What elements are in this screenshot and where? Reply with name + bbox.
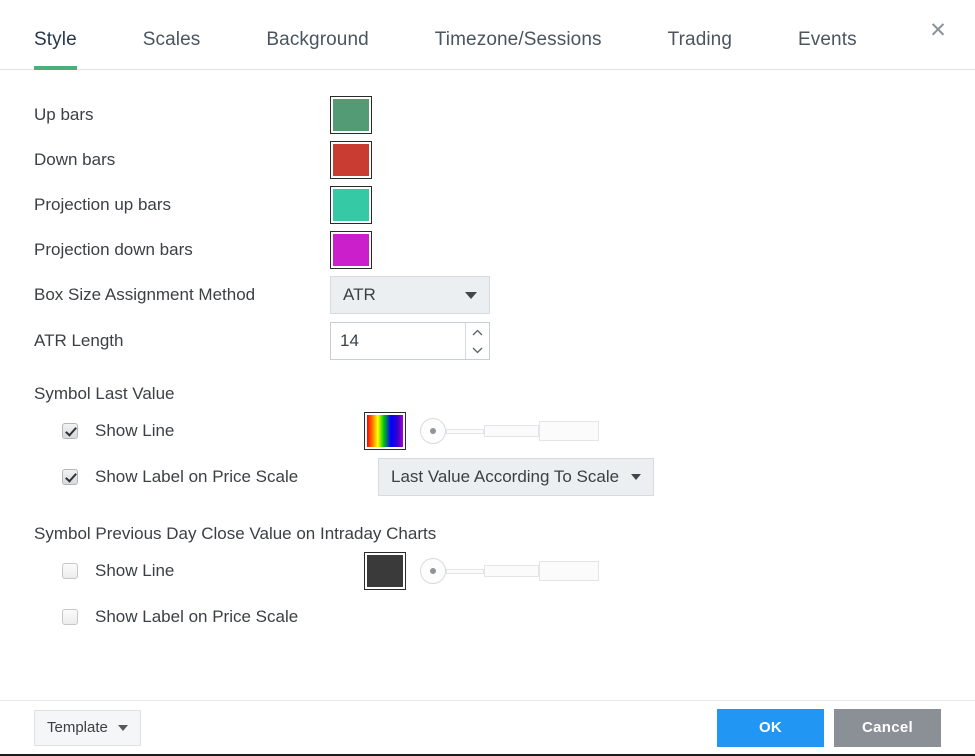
- spinner-up-icon[interactable]: [466, 323, 489, 341]
- dialog-footer: Template OK Cancel: [0, 700, 975, 756]
- tab-events-label: Events: [798, 29, 857, 50]
- tab-list: Style Scales Background Timezone/Session…: [0, 0, 975, 70]
- atr-length-input[interactable]: [331, 323, 465, 359]
- prev-close-show-label-checkbox[interactable]: [62, 609, 78, 625]
- row-prev-close-show-label: Show Label on Price Scale: [34, 594, 941, 640]
- projection-up-bars-color-fill: [333, 188, 369, 221]
- line-width-segment-1[interactable]: [446, 568, 484, 574]
- up-bars-label: Up bars: [34, 104, 94, 124]
- tab-timezone-sessions-label: Timezone/Sessions: [434, 29, 602, 50]
- row-up-bars: Up bars: [34, 92, 941, 137]
- projection-up-bars-swatch-cell: [330, 185, 372, 224]
- row-atr-length: ATR Length: [34, 318, 941, 364]
- last-value-show-label-checkbox[interactable]: [62, 469, 78, 485]
- last-value-show-line-checkbox[interactable]: [62, 423, 78, 439]
- template-button[interactable]: Template: [34, 709, 141, 746]
- last-value-show-line-label: Show Line: [95, 421, 175, 440]
- projection-down-bars-color-swatch[interactable]: [330, 230, 372, 269]
- chevron-down-icon: [631, 474, 642, 480]
- last-value-line-color-cell: [364, 412, 406, 450]
- last-value-mode-control: Last Value According To Scale: [378, 458, 655, 496]
- atr-length-control: [330, 322, 490, 360]
- up-bars-swatch-cell: [330, 95, 372, 134]
- row-prev-close-show-line: Show Line: [34, 548, 941, 594]
- last-value-mode-value: Last Value According To Scale: [391, 467, 620, 486]
- tab-timezone-sessions[interactable]: Timezone/Sessions: [435, 29, 602, 69]
- line-width-knob-icon: [420, 418, 446, 444]
- row-last-value-show-label: Show Label on Price Scale Last Value Acc…: [34, 454, 941, 500]
- last-value-show-label-label: Show Label on Price Scale: [95, 467, 299, 486]
- tab-trading-label: Trading: [667, 29, 733, 50]
- line-width-segment-1[interactable]: [446, 428, 484, 434]
- down-bars-label: Down bars: [34, 149, 116, 169]
- row-projection-up-bars: Projection up bars: [34, 182, 941, 227]
- row-down-bars: Down bars: [34, 137, 941, 182]
- prev-close-line-color-swatch[interactable]: [364, 552, 406, 590]
- tab-style-label: Style: [34, 29, 77, 50]
- projection-down-bars-color-fill: [333, 233, 369, 266]
- box-size-method-label: Box Size Assignment Method: [34, 285, 256, 304]
- projection-up-bars-color-swatch[interactable]: [330, 185, 372, 224]
- down-bars-color-fill: [333, 143, 369, 176]
- box-size-method-control: ATR: [330, 276, 490, 314]
- prev-close-line-color-cell: [364, 552, 406, 590]
- template-button-label: Template: [47, 719, 108, 736]
- box-size-method-value: ATR: [343, 285, 376, 304]
- down-bars-color-swatch[interactable]: [330, 140, 372, 179]
- atr-length-spinner[interactable]: [330, 322, 490, 360]
- last-value-mode-dropdown[interactable]: Last Value According To Scale: [378, 458, 655, 496]
- atr-length-spin-buttons: [465, 323, 489, 359]
- prev-close-show-label-label: Show Label on Price Scale: [95, 607, 299, 626]
- line-width-segment-3[interactable]: [539, 561, 599, 581]
- row-projection-down-bars: Projection down bars: [34, 227, 941, 272]
- prev-close-color-fill: [367, 555, 403, 587]
- tab-style[interactable]: Style: [34, 29, 77, 70]
- projection-down-bars-label: Projection down bars: [34, 239, 193, 259]
- cancel-button[interactable]: Cancel: [834, 708, 941, 747]
- tab-events[interactable]: Events: [798, 29, 857, 69]
- row-last-value-show-line: Show Line: [34, 408, 941, 454]
- line-width-segment-2[interactable]: [484, 565, 539, 577]
- up-bars-color-fill: [333, 98, 369, 131]
- atr-length-label: ATR Length: [34, 331, 124, 350]
- symbol-last-value-title: Symbol Last Value: [34, 384, 175, 403]
- projection-down-bars-swatch-cell: [330, 230, 372, 269]
- line-width-segment-2[interactable]: [484, 425, 539, 437]
- box-size-method-dropdown[interactable]: ATR: [330, 276, 490, 314]
- chevron-down-icon: [117, 724, 128, 731]
- ok-button[interactable]: OK: [717, 708, 824, 747]
- rainbow-gradient-fill: [367, 415, 403, 447]
- dialog-body: Up bars Down bars Projection up bars Pro…: [0, 70, 975, 640]
- close-icon[interactable]: ✕: [927, 20, 949, 42]
- prev-close-show-line-checkbox[interactable]: [62, 563, 78, 579]
- projection-up-bars-label: Projection up bars: [34, 194, 172, 214]
- tab-background[interactable]: Background: [266, 29, 368, 69]
- last-value-line-color-swatch[interactable]: [364, 412, 406, 450]
- down-bars-swatch-cell: [330, 140, 372, 179]
- symbol-prev-day-close-title: Symbol Previous Day Close Value on Intra…: [34, 524, 437, 543]
- tab-scales-label: Scales: [142, 29, 201, 50]
- spinner-down-icon[interactable]: [466, 341, 489, 359]
- chevron-down-icon: [465, 291, 477, 299]
- tab-trading[interactable]: Trading: [668, 29, 732, 69]
- last-value-line-width-picker[interactable]: [420, 418, 599, 444]
- line-width-segment-3[interactable]: [539, 421, 599, 441]
- prev-close-line-width-picker[interactable]: [420, 558, 599, 584]
- tab-background-label: Background: [266, 29, 369, 50]
- dialog-tabbar: Style Scales Background Timezone/Session…: [0, 0, 975, 70]
- tab-scales[interactable]: Scales: [143, 29, 201, 69]
- line-width-knob-icon: [420, 558, 446, 584]
- up-bars-color-swatch[interactable]: [330, 95, 372, 134]
- prev-close-show-line-label: Show Line: [95, 561, 175, 580]
- row-box-size-method: Box Size Assignment Method ATR: [34, 272, 941, 318]
